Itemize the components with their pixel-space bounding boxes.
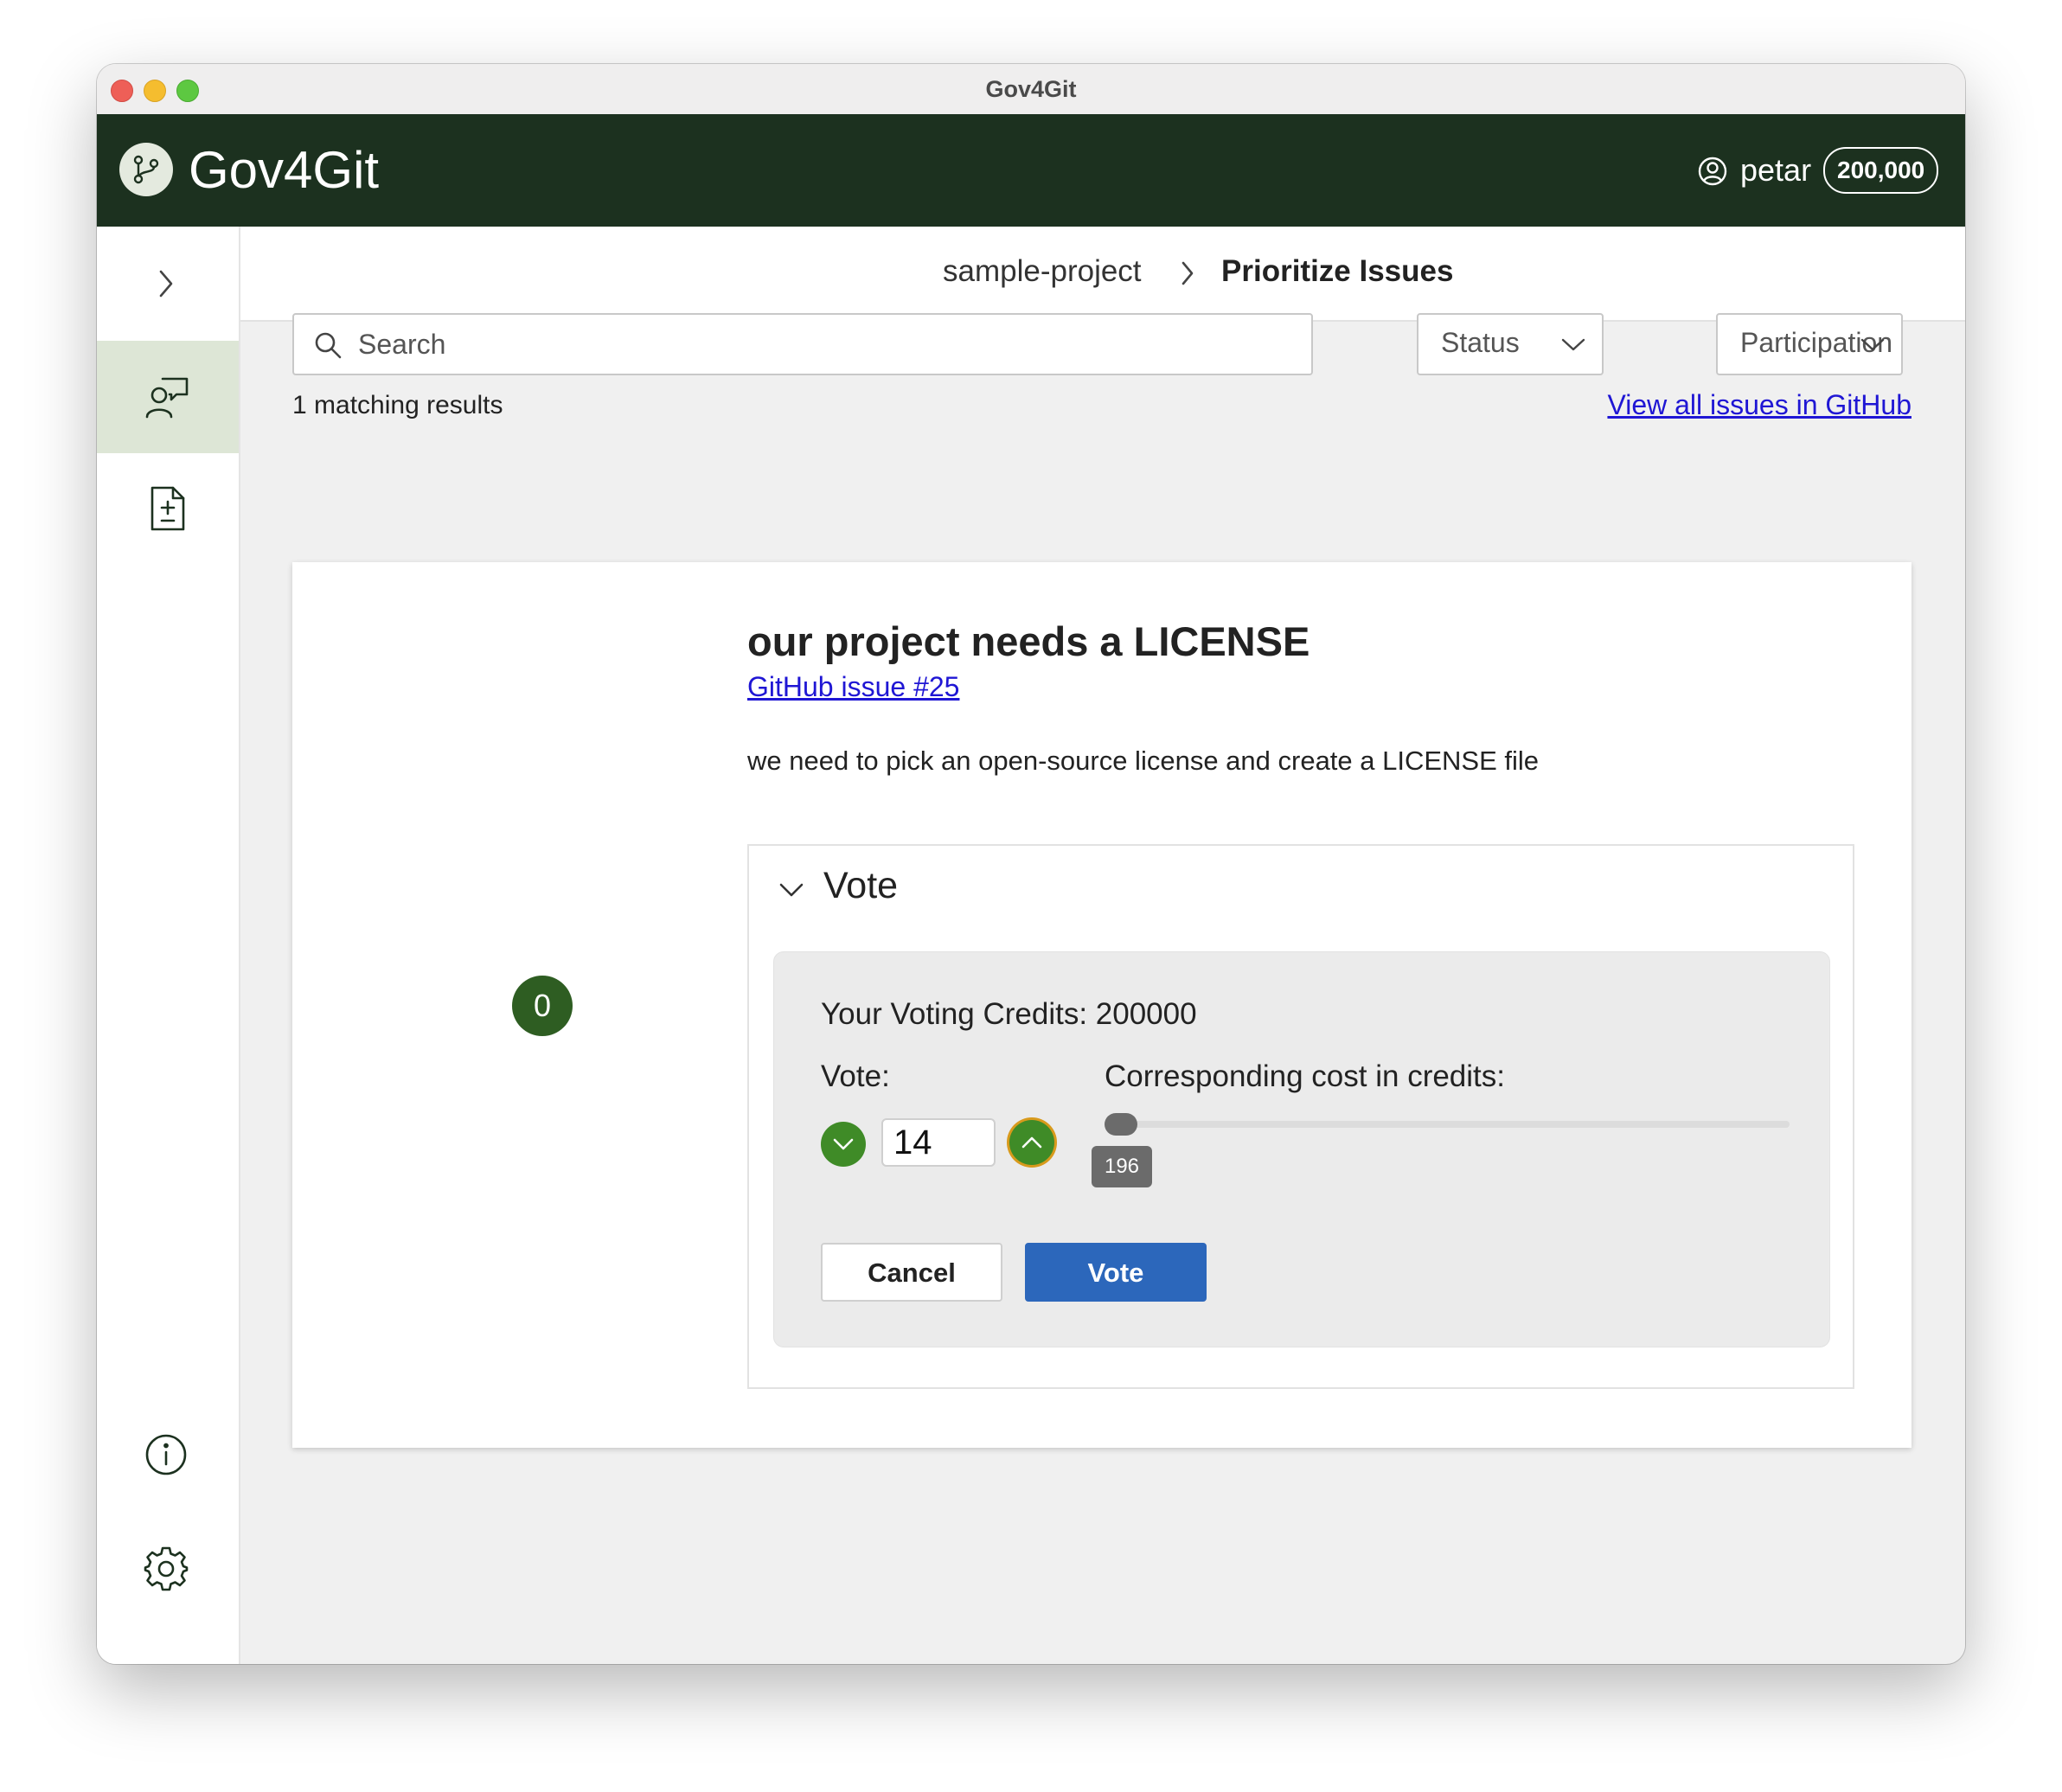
chevron-right-icon (1181, 261, 1194, 285)
breadcrumb-current-page: Prioritize Issues (1221, 254, 1454, 288)
chevron-up-icon (1021, 1136, 1042, 1149)
cancel-button[interactable]: Cancel (821, 1243, 1002, 1302)
chevron-right-icon (159, 270, 173, 298)
sidebar-item-info[interactable] (97, 1398, 239, 1510)
increase-vote-button[interactable] (1009, 1120, 1054, 1165)
breadcrumb-project[interactable]: sample-project (943, 254, 1142, 289)
status-dropdown[interactable]: Status (1417, 313, 1604, 375)
app-name: Gov4Git (189, 141, 380, 199)
issue-github-link[interactable]: GitHub issue #25 (747, 671, 959, 703)
sidebar-item-settings[interactable] (97, 1512, 239, 1624)
vote-label: Vote: (821, 1059, 890, 1093)
voting-credits-text: Your Voting Credits: 200000 (821, 997, 1197, 1031)
chevron-down-icon (1561, 338, 1585, 351)
app-header: Gov4Git petar 200,000 (97, 114, 1965, 227)
issue-card: 0 our project needs a LICENSE GitHub iss… (292, 562, 1912, 1448)
sidebar-item-proposals[interactable] (97, 453, 239, 566)
participation-dropdown[interactable]: Participation (1716, 313, 1903, 375)
refresh-icon[interactable] (1962, 258, 1965, 299)
status-dropdown-label: Status (1441, 327, 1520, 358)
vote-panel: Vote Your Voting Credits: 200000 Vote: C… (747, 844, 1854, 1389)
credits-badge: 200,000 (1823, 147, 1939, 194)
vote-form: Your Voting Credits: 200000 Vote: Corres… (773, 951, 1830, 1347)
cost-slider-track[interactable] (1115, 1121, 1790, 1128)
cost-slider-thumb[interactable] (1105, 1113, 1137, 1136)
issue-title: our project needs a LICENSE (747, 618, 1310, 664)
search-field[interactable] (292, 313, 1313, 375)
chevron-down-icon (833, 1138, 854, 1150)
view-all-issues-link[interactable]: View all issues in GitHub (1607, 389, 1912, 421)
cost-value-tooltip: 196 (1092, 1146, 1152, 1187)
issue-score-badge: 0 (512, 976, 573, 1036)
results-count: 1 matching results (292, 391, 503, 419)
git-branch-icon (119, 143, 173, 196)
sidebar-toggle-button[interactable] (97, 227, 239, 339)
search-icon (315, 332, 342, 359)
document-diff-icon (150, 486, 185, 531)
submit-vote-button[interactable]: Vote (1025, 1243, 1207, 1302)
user-name[interactable]: petar (1740, 152, 1811, 189)
window-title: Gov4Git (985, 76, 1077, 102)
user-circle-icon[interactable] (1697, 156, 1728, 187)
window-titlebar: Gov4Git (97, 64, 1965, 115)
app-window: Gov4Git Gov4Git petar 200,000 sample-pro… (97, 64, 1965, 1664)
chevron-down-icon (1860, 338, 1885, 351)
info-icon (145, 1434, 187, 1475)
breadcrumb-bar: sample-project Prioritize Issues (240, 227, 1965, 322)
vote-amount-input[interactable] (881, 1118, 996, 1167)
chevron-down-icon[interactable] (778, 880, 804, 899)
cost-label: Corresponding cost in credits: (1105, 1059, 1505, 1093)
issue-description: we need to pick an open-source license a… (747, 746, 1540, 776)
sidebar-item-issues[interactable] (97, 341, 239, 453)
decrease-vote-button[interactable] (821, 1122, 866, 1167)
search-input[interactable] (356, 322, 1294, 367)
sidebar (97, 227, 240, 1664)
vote-section-toggle[interactable]: Vote (823, 865, 898, 907)
person-feedback-icon (145, 377, 189, 419)
gear-icon (144, 1546, 189, 1591)
